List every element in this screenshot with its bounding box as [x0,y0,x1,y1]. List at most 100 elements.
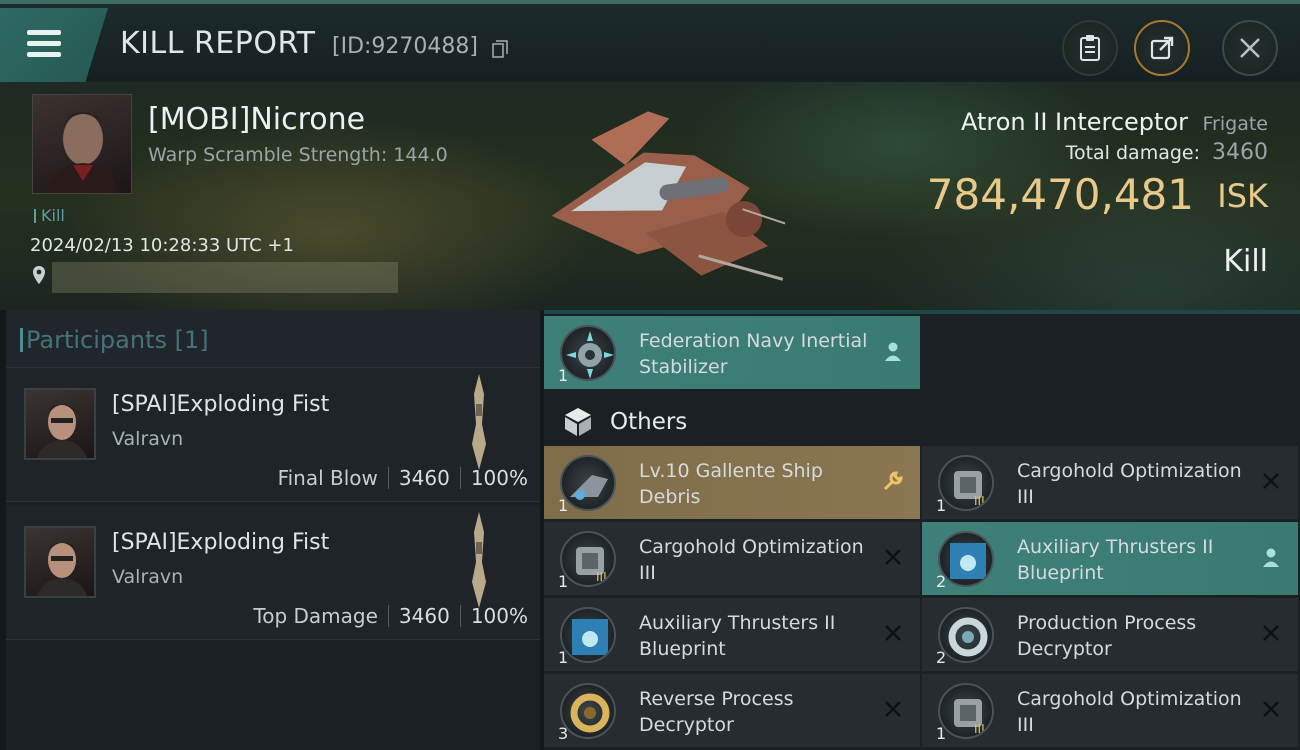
item-slot[interactable]: 1 Lv.10 Gallente Ship Debris [544,446,920,520]
decryptor-icon [938,607,994,663]
divider [459,605,461,627]
ship-icon [472,374,486,470]
location-pin-icon [33,266,45,284]
kill-result: Kill [1223,244,1268,279]
panel-accent [544,310,1300,314]
kill-id: [ID:9270488] [332,34,478,59]
item-quantity: 1 [558,572,569,591]
participant-damage: 3460 [398,466,450,490]
menu-icon [27,30,61,35]
item-name: Cargohold Optimization III [639,536,864,584]
item-slot[interactable]: III 1 Cargohold Optimization III [922,674,1298,748]
divider [387,605,389,627]
item-quantity: 3 [558,724,569,743]
item-slot[interactable]: 2 Auxiliary Thrusters II Blueprint [922,522,1298,596]
item-name: Federation Navy Inertial Stabilizer [639,330,868,378]
divider [387,467,389,489]
inertial-stabilizer-icon [560,325,616,381]
location-field[interactable] [52,262,398,293]
close-icon[interactable] [882,546,904,568]
close-icon[interactable] [882,698,904,720]
svg-text:III: III [974,494,985,508]
kill-tag: Kill [34,206,65,225]
portrait-icon [37,542,87,596]
isk-unit: ISK [1217,177,1268,215]
portrait-icon [47,112,119,193]
item-name: Auxiliary Thrusters II Blueprint [639,612,836,660]
item-name: Cargohold Optimization III [1017,460,1242,508]
participant-percent: 100% [470,466,528,490]
total-damage-value: 3460 [1212,140,1268,165]
menu-icon-bar [27,52,61,57]
item-slot[interactable]: 2 Production Process Decryptor [922,598,1298,672]
victim-ship-name[interactable]: Atron II Interceptor [961,108,1188,136]
participants-header[interactable]: Participants [1] [6,310,540,368]
item-slot[interactable]: III 1 Cargohold Optimization III [922,446,1298,520]
isk-value: 784,470,481 [926,170,1194,219]
svg-text:III: III [974,722,985,736]
participant-row[interactable]: [SPAI]Exploding Fist Valravn Top Damage … [6,506,540,640]
item-slot[interactable]: 1 Auxiliary Thrusters II Blueprint [544,598,920,672]
close-icon[interactable] [1260,698,1282,720]
victim-name[interactable]: [MOBI]Nicrone [148,102,365,137]
item-quantity: 2 [936,572,947,591]
items-panel: 1 Federation Navy Inertial Stabilizer Ot… [544,310,1300,750]
others-section-header: Others [562,402,687,442]
wrench-icon [883,471,903,491]
share-icon [1150,36,1174,60]
participant-row[interactable]: [SPAI]Exploding Fist Valravn Final Blow … [6,368,540,502]
participant-percent: 100% [470,604,528,628]
participant-name[interactable]: [SPAI]Exploding Fist [112,392,329,417]
participant-ship: Valravn [112,566,184,588]
participant-ship: Valravn [112,428,184,450]
clipboard-button[interactable] [1062,20,1118,76]
item-name: Production Process Decryptor [1017,612,1197,660]
participant-avatar[interactable] [24,388,96,460]
victim-ship-class: Frigate [1202,113,1268,135]
item-name: Auxiliary Thrusters II Blueprint [1017,536,1214,584]
item-slot[interactable]: 3 Reverse Process Decryptor [544,674,920,748]
item-slot[interactable]: III 1 Cargohold Optimization III [544,522,920,596]
menu-button[interactable] [0,8,108,86]
item-quantity: 1 [558,648,569,667]
ship-debris-icon [560,455,616,511]
item-slot[interactable]: 1 Federation Navy Inertial Stabilizer [544,316,920,390]
person-icon [1263,548,1279,567]
others-label: Others [610,409,688,435]
participants-title: Participants [1] [20,326,209,354]
portrait-icon [37,404,87,458]
participant-role: Final Blow [277,466,378,490]
close-icon[interactable] [882,622,904,644]
warp-scramble-strength: Warp Scramble Strength: 144.0 [148,144,448,166]
participant-stats: Final Blow 3460 100% [278,466,528,490]
share-button[interactable] [1134,20,1190,76]
copy-icon[interactable] [492,40,508,58]
item-quantity: 2 [936,648,947,667]
total-damage-label: Total damage: [1065,142,1200,164]
clipboard-icon [1080,35,1100,61]
close-icon[interactable] [1260,622,1282,644]
participant-avatar[interactable] [24,526,96,598]
page-title: KILL REPORT [120,26,316,61]
person-icon [885,342,901,361]
victim-avatar[interactable] [32,94,132,194]
kill-datetime: 2024/02/13 10:28:33 UTC +1 [30,235,294,256]
cube-icon [565,408,591,436]
item-quantity: 1 [558,366,569,385]
close-button[interactable] [1222,20,1278,76]
cargohold-optimization-icon: III [938,455,994,511]
participants-panel: Participants [1] [SPAI]Exploding Fist Va… [6,310,540,750]
participant-stats: Top Damage 3460 100% [253,604,528,628]
item-name: Lv.10 Gallente Ship Debris [639,460,823,508]
ship-image [551,111,786,281]
close-icon [1240,38,1260,58]
ship-icon [472,512,486,608]
blueprint-icon [560,607,616,663]
item-quantity: 1 [558,496,569,515]
participant-damage: 3460 [398,604,450,628]
item-name: Cargohold Optimization III [1017,688,1242,736]
participant-name[interactable]: [SPAI]Exploding Fist [112,530,329,555]
cargohold-optimization-icon: III [938,683,994,739]
close-icon[interactable] [1260,470,1282,492]
victim-summary: [MOBI]Nicrone Warp Scramble Strength: 14… [0,82,1300,310]
